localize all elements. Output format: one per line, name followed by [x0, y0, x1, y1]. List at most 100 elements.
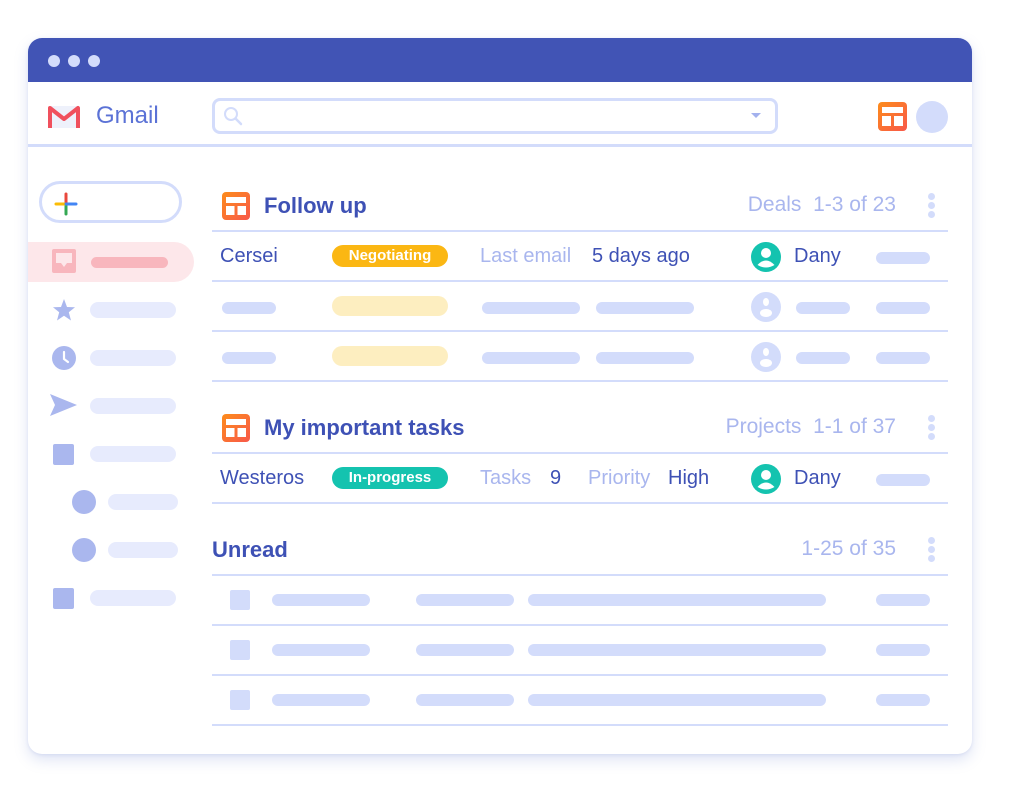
divider [212, 380, 948, 382]
divider [212, 230, 948, 232]
divider [212, 280, 948, 282]
placeholder-bar [876, 352, 930, 364]
section-pagination: Projects 1-1 of 37 [648, 415, 896, 439]
row-name: Westeros [220, 467, 305, 489]
field-label: Last email [480, 245, 572, 267]
sidebar-item-label [90, 590, 176, 606]
person-icon [751, 464, 781, 494]
divider [212, 724, 948, 726]
plus-icon [54, 192, 78, 216]
circle-label-icon [72, 490, 96, 514]
field-value: 5 days ago [592, 245, 690, 267]
placeholder-bar [528, 594, 826, 606]
status-badge: Negotiating [332, 245, 448, 267]
section-pagination: Deals 1-3 of 23 [668, 193, 896, 217]
placeholder-bar [482, 302, 580, 314]
apps-layout-icon[interactable] [878, 102, 907, 131]
section-pagination: 1-25 of 35 [801, 537, 896, 560]
placeholder-bar [528, 644, 826, 656]
placeholder-bar [876, 252, 930, 264]
field-label: Tasks [480, 467, 532, 489]
section-title[interactable]: Unread [212, 537, 288, 563]
section-title[interactable]: Follow up [264, 193, 367, 219]
placeholder-badge [332, 346, 448, 366]
placeholder-bar [596, 302, 694, 314]
person-icon [751, 242, 781, 272]
circle-label-icon [72, 538, 96, 562]
owner-name: Dany [794, 467, 841, 489]
section-meta-range: 1-1 of 37 [813, 415, 896, 438]
square-label-icon [53, 444, 74, 465]
field-label: Priority [588, 467, 651, 489]
app-name[interactable]: Gmail [96, 102, 159, 130]
compose-button[interactable] [39, 181, 182, 223]
search-icon [224, 107, 243, 126]
placeholder-badge [332, 296, 448, 316]
app-window: Gmail Follow up Deals 1-3 of 23 Cersei N… [28, 38, 972, 754]
placeholder-bar [222, 352, 276, 364]
divider [212, 502, 948, 504]
star-icon [53, 299, 75, 321]
placeholder-bar [272, 694, 370, 706]
placeholder-bar [876, 594, 930, 606]
apps-layout-icon [222, 192, 250, 220]
placeholder-bar [272, 644, 370, 656]
sidebar-item-label [91, 257, 168, 268]
placeholder-bar [272, 594, 370, 606]
person-icon [751, 342, 781, 372]
owner-name: Dany [794, 245, 841, 267]
checkbox[interactable] [230, 640, 250, 660]
sidebar-item-label [90, 398, 176, 414]
row-name: Cersei [220, 245, 278, 267]
inbox-icon [52, 249, 76, 273]
placeholder-bar [416, 694, 514, 706]
placeholder-bar [876, 644, 930, 656]
send-icon [50, 394, 77, 416]
placeholder-bar [416, 594, 514, 606]
divider [212, 624, 948, 626]
field-value: High [668, 467, 710, 489]
placeholder-bar [796, 302, 850, 314]
checkbox[interactable] [230, 590, 250, 610]
more-options-icon[interactable] [928, 537, 936, 563]
divider [212, 330, 948, 332]
placeholder-bar [796, 352, 850, 364]
placeholder-bar [416, 644, 514, 656]
checkbox[interactable] [230, 690, 250, 710]
sidebar-item-label [108, 494, 178, 510]
status-badge: In-progress [332, 467, 448, 489]
apps-layout-icon [222, 414, 250, 442]
window-dot[interactable] [88, 55, 100, 67]
divider [212, 574, 948, 576]
placeholder-bar [876, 474, 930, 486]
placeholder-bar [222, 302, 276, 314]
sidebar-item-label [90, 350, 176, 366]
placeholder-bar [482, 352, 580, 364]
placeholder-bar [596, 352, 694, 364]
section-meta-label: Projects [725, 415, 802, 438]
more-options-icon[interactable] [928, 415, 936, 441]
placeholder-bar [876, 302, 930, 314]
section-meta-label: Deals [747, 193, 802, 216]
field-value: 9 [550, 467, 562, 489]
search-input[interactable] [212, 98, 778, 134]
clock-icon [52, 346, 76, 370]
avatar[interactable] [916, 101, 948, 133]
sidebar-item-label [90, 446, 176, 462]
placeholder-bar [528, 694, 826, 706]
divider [212, 452, 948, 454]
section-meta-range: 1-3 of 23 [813, 193, 896, 216]
square-label-icon [53, 588, 74, 609]
window-dot[interactable] [68, 55, 80, 67]
gmail-logo-icon[interactable] [47, 104, 81, 130]
person-icon [751, 292, 781, 322]
more-options-icon[interactable] [928, 193, 936, 219]
divider [212, 674, 948, 676]
title-bar [28, 38, 972, 82]
dropdown-caret-icon[interactable] [751, 113, 761, 118]
sidebar-item-label [108, 542, 178, 558]
section-title[interactable]: My important tasks [264, 415, 465, 441]
sidebar-item-label [90, 302, 176, 318]
placeholder-bar [876, 694, 930, 706]
window-dot[interactable] [48, 55, 60, 67]
